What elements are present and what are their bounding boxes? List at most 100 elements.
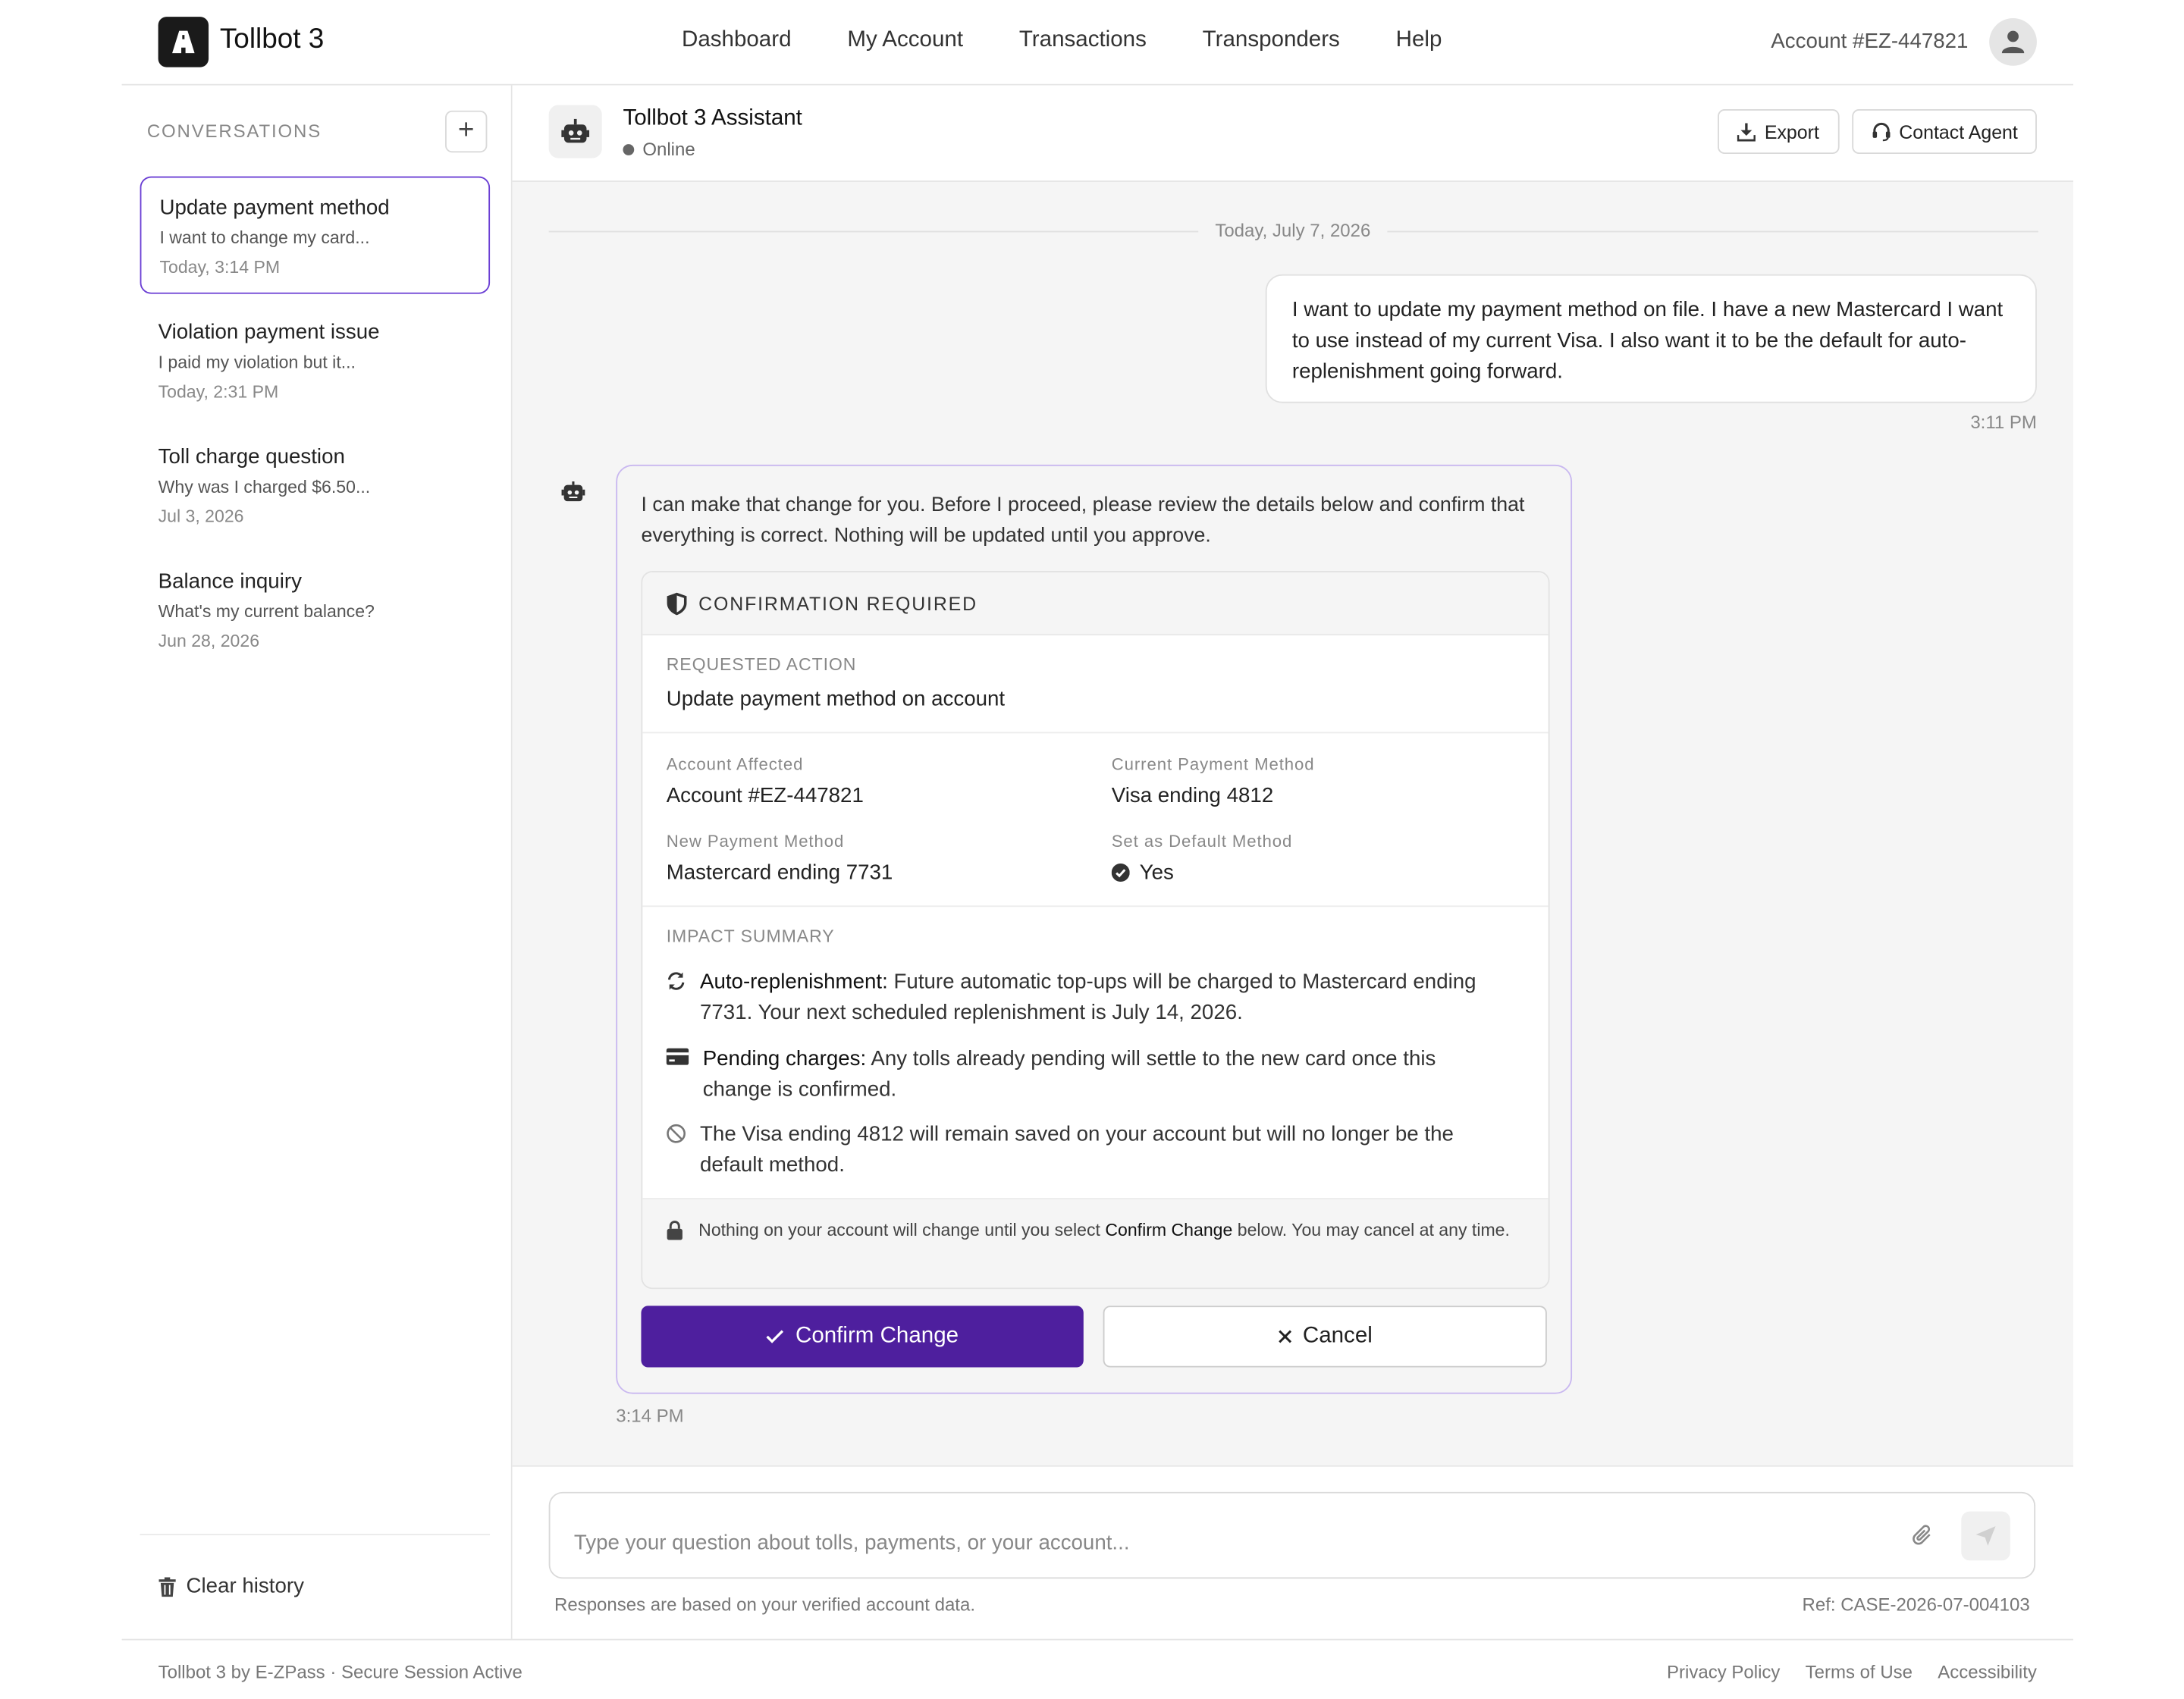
status-text: Online: [642, 138, 695, 160]
footer-text-pre: Nothing on your account will change unti…: [698, 1220, 1106, 1240]
download-icon: [1737, 122, 1756, 141]
impact-bold: Pending charges:: [702, 1046, 867, 1071]
check-circle-icon: [1111, 863, 1130, 882]
bot-message-text: I can make that change for you. Before I…: [641, 494, 1525, 547]
conversation-title: Balance inquiry: [158, 569, 302, 594]
bot-message-time: 3:14 PM: [616, 1405, 684, 1427]
cancel-button[interactable]: Cancel: [1103, 1306, 1547, 1368]
default-method-label: Set as Default Method: [1111, 831, 1293, 851]
conversation-title: Update payment method: [159, 196, 390, 220]
assistant-avatar: [548, 105, 602, 158]
paperclip-icon: [1913, 1525, 1931, 1545]
trash-icon: [158, 1576, 176, 1597]
confirmation-footer: Nothing on your account will change unti…: [642, 1198, 1549, 1288]
robot-icon: [561, 481, 585, 502]
avatar[interactable]: [1989, 17, 2037, 66]
bot-message: I can make that change for you. Before I…: [616, 464, 1573, 1394]
close-icon: [1278, 1330, 1291, 1343]
bot-message-avatar: [561, 481, 585, 509]
confirm-change-button[interactable]: Confirm Change: [641, 1306, 1084, 1368]
section-divider: [642, 732, 1549, 734]
conversation-item[interactable]: Toll charge question Why was I charged $…: [140, 427, 491, 544]
conversation-title: Toll charge question: [158, 445, 345, 469]
impact-summary-label: IMPACT SUMMARY: [666, 926, 835, 946]
new-conversation-button[interactable]: +: [445, 110, 488, 153]
impact-body: The Visa ending 4812 will remain saved o…: [700, 1122, 1454, 1177]
conversation-date: Jun 28, 2026: [158, 631, 260, 651]
conversation-item[interactable]: Balance inquiry What's my current balanc…: [140, 551, 491, 669]
nav-transponders[interactable]: Transponders: [1203, 28, 1340, 53]
footer-text-post: below. You may cancel at any time.: [1232, 1220, 1510, 1240]
impact-text: The Visa ending 4812 will remain saved o…: [700, 1120, 1506, 1181]
requested-action-label: REQUESTED ACTION: [666, 654, 857, 675]
case-reference: Ref: CASE-2026-07-004103: [1802, 1594, 2030, 1616]
ban-icon: [667, 1124, 686, 1143]
logo[interactable]: [158, 17, 209, 67]
send-icon: [1975, 1526, 1996, 1546]
conversation-sidebar: CONVERSATIONS + Update payment method I …: [122, 85, 513, 1639]
conversation-preview: Why was I charged $6.50...: [158, 477, 371, 497]
secure-session-text: Secure Session Active: [341, 1661, 522, 1682]
shield-icon: [667, 591, 687, 615]
nav-help[interactable]: Help: [1396, 28, 1442, 53]
user-icon: [2001, 30, 2025, 54]
conversation-item-active[interactable]: Update payment method I want to change m…: [140, 176, 491, 294]
conversations-title: CONVERSATIONS: [146, 120, 322, 142]
impact-item: The Visa ending 4812 will remain saved o…: [667, 1120, 1507, 1181]
conversation-title: Violation payment issue: [158, 320, 380, 345]
export-label: Export: [1764, 121, 1819, 143]
check-icon: [766, 1330, 784, 1343]
chat-header: Tollbot 3 Assistant Online Export Contac…: [512, 85, 2073, 182]
new-method-label: New Payment Method: [666, 831, 845, 851]
message-list: Today, July 7, 2026 I want to update my …: [512, 181, 2073, 1465]
road-logo-icon: [172, 30, 195, 54]
new-method-value: Mastercard ending 7731: [666, 860, 893, 885]
nav-my-account[interactable]: My Account: [847, 28, 963, 53]
nav-transactions[interactable]: Transactions: [1019, 28, 1147, 53]
headset-icon: [1872, 122, 1890, 142]
attach-button[interactable]: [1913, 1524, 1934, 1553]
impact-text: Pending charges: Any tolls already pendi…: [703, 1044, 1507, 1105]
export-button[interactable]: Export: [1718, 108, 1840, 155]
contact-agent-label: Contact Agent: [1899, 121, 2018, 143]
status-dot-icon: [623, 143, 635, 155]
lock-icon: [667, 1221, 682, 1240]
app-root: Tollbot 3 Dashboard My Account Transacti…: [0, 0, 2184, 1697]
cancel-label: Cancel: [1302, 1324, 1373, 1348]
privacy-policy-link[interactable]: Privacy Policy: [1667, 1661, 1780, 1682]
clear-history-button[interactable]: Clear history: [158, 1575, 304, 1598]
footer-text-bold: Confirm Change: [1105, 1220, 1233, 1240]
confirm-change-label: Confirm Change: [795, 1324, 959, 1348]
chat-panel: Tollbot 3 Assistant Online Export Contac…: [512, 85, 2073, 1641]
accessibility-link[interactable]: Accessibility: [1938, 1661, 2037, 1682]
assistant-status: Online: [623, 138, 695, 160]
footer-left: Tollbot 3 by E-ZPass · Secure Session Ac…: [158, 1661, 522, 1682]
disclaimer-text: Responses are based on your verified acc…: [554, 1594, 975, 1616]
account-affected-label: Account Affected: [666, 754, 804, 774]
conversation-date: Today, 2:31 PM: [158, 381, 279, 402]
send-button[interactable]: [1961, 1511, 2010, 1561]
conversation-preview: I paid my violation but it...: [158, 353, 356, 373]
date-label: Today, July 7, 2026: [1198, 219, 1388, 241]
impact-bold: Auto-replenishment:: [700, 970, 888, 994]
conversation-item[interactable]: Violation payment issue I paid my violat…: [140, 302, 491, 420]
confirmation-card: CONFIRMATION REQUIRED REQUESTED ACTION U…: [641, 571, 1550, 1290]
impact-item: Pending charges: Any tolls already pendi…: [666, 1044, 1507, 1105]
default-method-value: Yes: [1111, 860, 1174, 885]
contact-agent-button[interactable]: Contact Agent: [1852, 108, 2037, 155]
nav-dashboard[interactable]: Dashboard: [682, 28, 792, 53]
impact-text: Auto-replenishment: Future automatic top…: [700, 967, 1506, 1029]
confirmation-header: CONFIRMATION REQUIRED: [642, 572, 1549, 636]
credit-card-icon: [666, 1048, 689, 1065]
section-divider: [642, 905, 1549, 907]
message-input-box: [548, 1491, 2036, 1579]
main-nav: Dashboard My Account Transactions Transp…: [682, 28, 1442, 53]
current-method-label: Current Payment Method: [1111, 754, 1315, 774]
impact-item: Auto-replenishment: Future automatic top…: [667, 967, 1507, 1029]
user-message-time: 3:11 PM: [1970, 411, 2037, 433]
message-input[interactable]: [573, 1531, 1834, 1555]
default-method-text: Yes: [1139, 860, 1174, 885]
requested-action-value: Update payment method on account: [666, 687, 1006, 711]
conversation-preview: What's my current balance?: [158, 601, 375, 622]
terms-of-use-link[interactable]: Terms of Use: [1806, 1661, 1913, 1682]
